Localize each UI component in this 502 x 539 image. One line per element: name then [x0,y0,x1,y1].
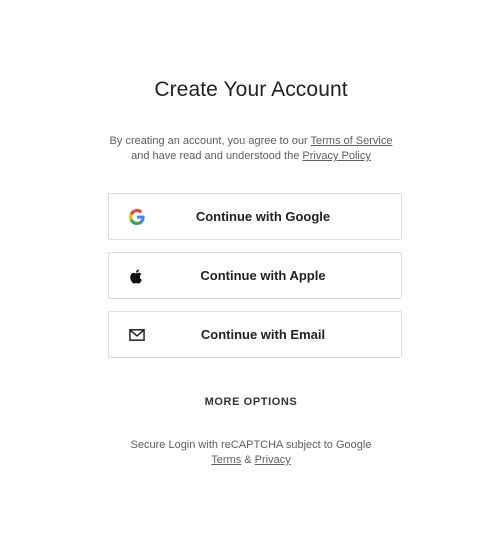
recaptcha-separator: & [241,454,255,466]
more-options-link[interactable]: MORE OPTIONS [0,396,502,408]
recaptcha-terms-link[interactable]: Terms [211,454,241,466]
terms-agreement-text: By creating an account, you agree to our… [0,134,502,164]
recaptcha-links: Terms & Privacy [0,453,502,468]
google-button-label: Continue with Google [195,209,331,224]
recaptcha-text: Secure Login with reCAPTCHA subject to G… [130,439,372,451]
email-button-label: Continue with Email [200,327,326,342]
continue-with-email-button[interactable]: Continue with Email [108,311,402,358]
continue-with-apple-button[interactable]: Continue with Apple [108,252,402,299]
apple-button-label: Continue with Apple [200,268,326,283]
terms-of-service-link[interactable]: Terms of Service [311,135,393,147]
privacy-policy-link[interactable]: Privacy Policy [302,150,370,162]
agreement-line-1: By creating an account, you agree to our… [0,134,502,149]
page-title: Create Your Account [154,78,348,101]
envelope-icon [129,327,145,343]
recaptcha-privacy-link[interactable]: Privacy [255,454,291,466]
agreement-prefix-2: and have read and understood the [131,150,303,162]
apple-icon [129,268,145,284]
continue-with-google-button[interactable]: Continue with Google [108,193,402,240]
recaptcha-notice: Secure Login with reCAPTCHA subject to G… [0,438,502,468]
google-icon [129,209,145,225]
agreement-prefix: By creating an account, you agree to our [109,135,311,147]
agreement-line-2: and have read and understood the Privacy… [0,149,502,164]
